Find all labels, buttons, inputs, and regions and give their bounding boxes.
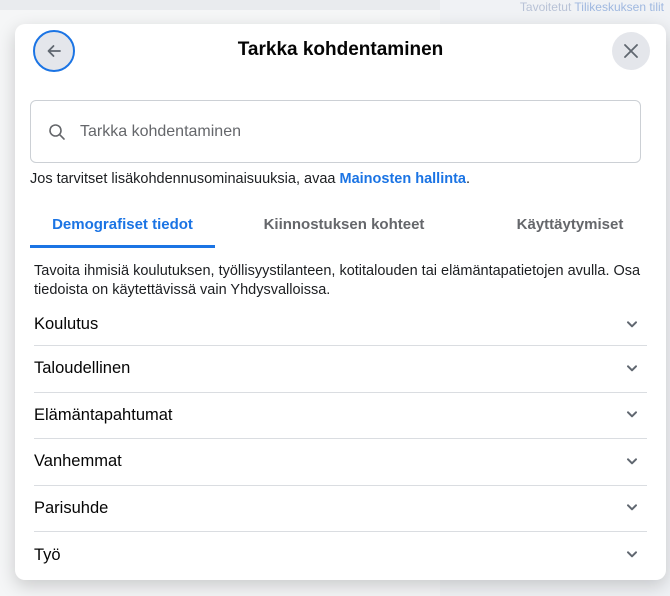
detailed-targeting-dialog: Tarkka kohdentaminen Jos tarvitset lisäk… (15, 24, 666, 580)
search-input[interactable] (80, 122, 580, 141)
category-label: Vanhemmat (34, 452, 122, 471)
chevron-down-icon (627, 551, 637, 558)
category-label: Parisuhde (34, 498, 109, 517)
background-header-link: Tilikeskuksen tilit (574, 0, 664, 14)
tab-description: Tavoita ihmisiä koulutuksen, työllisyyst… (34, 263, 641, 298)
category-label: Taloudellinen (34, 359, 131, 378)
category-label: Työ (34, 545, 61, 564)
category-life-events[interactable]: Elämäntapahtumat (34, 393, 647, 439)
category-relationship[interactable]: Parisuhde (34, 486, 647, 532)
chevron-down-icon (627, 320, 637, 327)
ads-manager-link[interactable]: Mainosten hallinta (340, 171, 467, 187)
chevron-down-icon (627, 411, 637, 418)
category-parents[interactable]: Vanhemmat (34, 439, 647, 486)
category-list: Koulutus Taloudellinen Elämäntapahtumat … (34, 304, 647, 579)
chevron-down-icon (627, 365, 637, 372)
info-text: Jos tarvitset lisäkohdennusominaisuuksia… (30, 171, 470, 187)
category-financial[interactable]: Taloudellinen (34, 346, 647, 393)
close-button[interactable] (612, 32, 650, 70)
close-icon (624, 44, 638, 58)
search-icon (49, 123, 65, 140)
search-field[interactable] (30, 100, 641, 163)
dialog-header: Tarkka kohdentaminen (15, 24, 666, 80)
background-header-prefix: Tavoitetut (519, 0, 572, 14)
tab-behaviors[interactable]: Käyttäytymiset (470, 200, 666, 248)
dialog-title: Tarkka kohdentaminen (237, 39, 444, 60)
background-header-text: Tavoitetut Tilikeskuksen tilit (520, 0, 664, 14)
category-label: Koulutus (34, 315, 99, 333)
chevron-down-icon (627, 504, 637, 511)
info-suffix: . (466, 171, 471, 187)
category-work[interactable]: Työ (34, 532, 647, 579)
info-message: Jos tarvitset lisäkohdennusominaisuuksia… (30, 171, 340, 187)
tab-interests[interactable]: Kiinnostuksen kohteet (244, 200, 444, 248)
chevron-down-icon (627, 458, 637, 465)
category-label: Elämäntapahtumat (34, 405, 173, 424)
category-tabs: Demografiset tiedot Kiinnostuksen kohtee… (30, 200, 650, 248)
tab-demographics[interactable]: Demografiset tiedot (30, 200, 215, 248)
category-education[interactable]: Koulutus (34, 304, 647, 346)
